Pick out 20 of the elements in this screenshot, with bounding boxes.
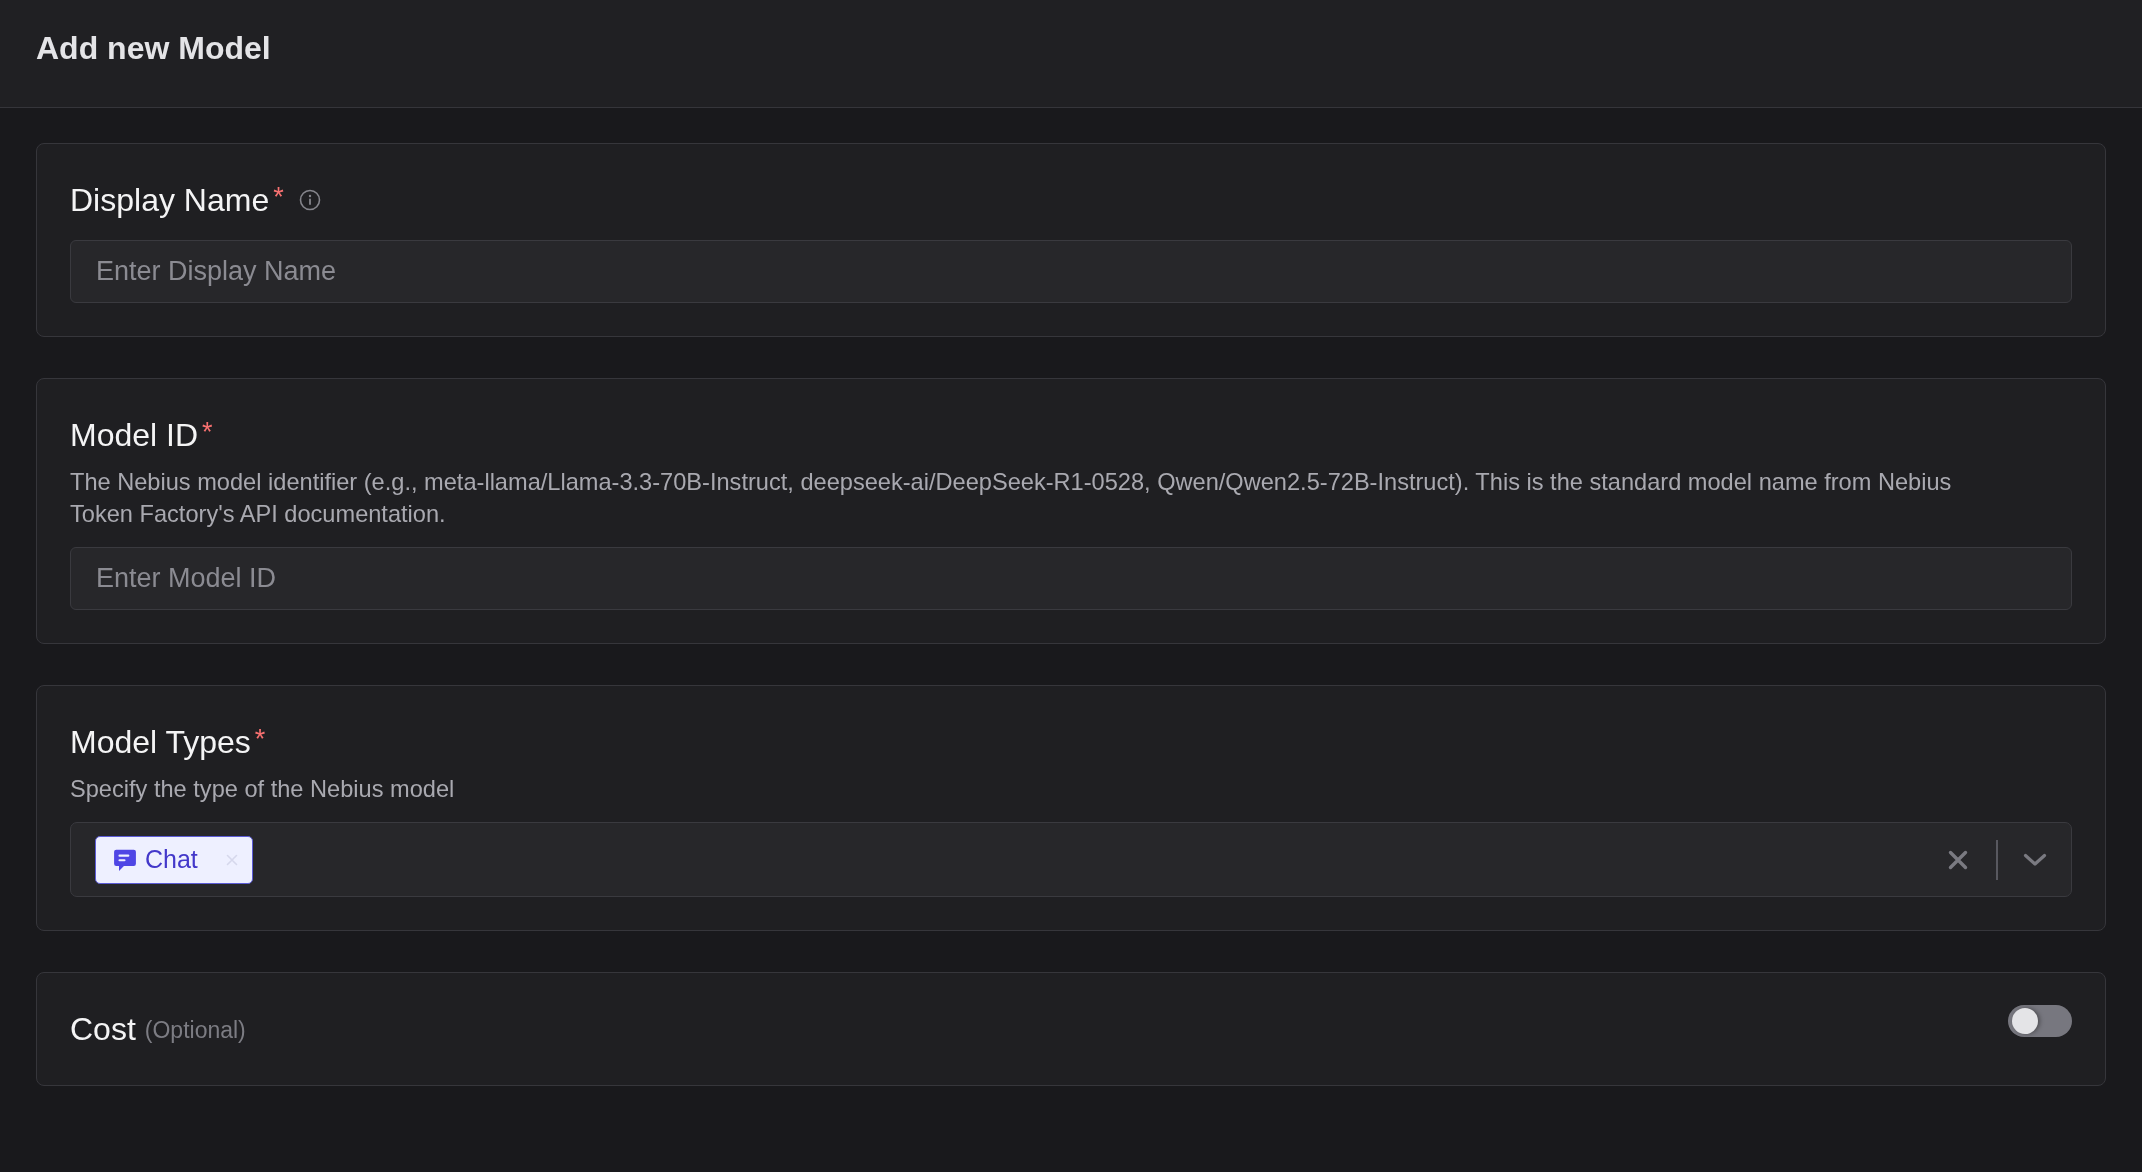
chevron-down-icon[interactable] [2023,852,2047,867]
field-label: Model Types [70,724,251,760]
text-input[interactable]: Enter Display Name [70,240,2072,303]
text-input[interactable]: Enter Model ID [70,547,2072,610]
selected-tag[interactable]: Chat [95,835,253,884]
close-icon[interactable] [1948,849,1968,870]
chat-bubble-icon [113,847,137,872]
toggle-switch[interactable] [2008,1005,2072,1037]
page-title: Add new Model [36,29,271,67]
field-description: The Nebius model identifier (e.g., meta-llama/Llama-3.3-70B-Instruct, deepseek-ai/DeepSeek-R1-0528, Qwen/Qwen2.5-72B-Instruct). This is the standard model name from Nebius Token Factory's API documentation. [70,468,1953,529]
field-label: Cost [70,1011,136,1047]
field-label: Display Name [70,182,270,218]
tag-label: Chat [145,845,198,874]
required-asterisk: * [254,724,266,754]
multi-select-field[interactable]: Chat [70,822,2072,897]
field-description: Specify the type of the Nebius model [70,775,456,804]
required-asterisk: * [202,417,213,447]
optional-note: (Optional) [144,1016,246,1045]
required-asterisk: * [273,182,284,212]
field-label: Model ID [70,417,199,453]
